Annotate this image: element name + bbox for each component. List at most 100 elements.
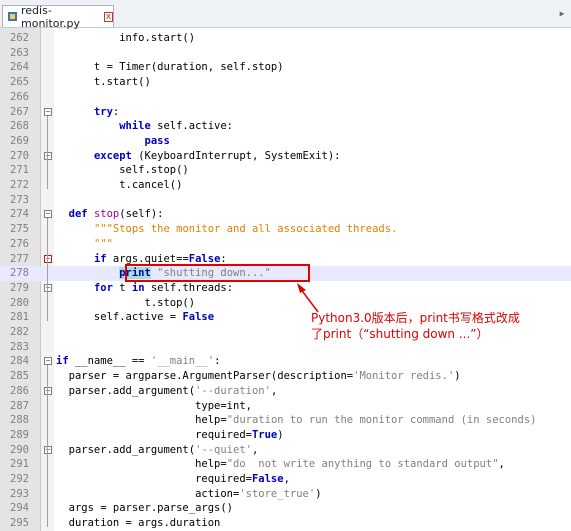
code-token: '--duration': [195, 384, 271, 397]
line-number: 275: [10, 223, 29, 236]
line-number: 294: [10, 502, 29, 515]
fold-toggle-icon[interactable]: −: [44, 283, 52, 292]
annotation-line-1: Python3.0版本后，print书写格式改成: [311, 311, 520, 325]
code-line[interactable]: 267 − try:: [0, 105, 571, 120]
fold-toggle-icon[interactable]: −: [44, 357, 52, 366]
code-token: try: [93, 105, 113, 118]
code-line[interactable]: 273: [0, 193, 571, 208]
code-token: help=: [56, 414, 227, 427]
line-number: 279: [10, 281, 29, 294]
code-line[interactable]: 295 duration = args.duration: [0, 516, 571, 531]
code-line[interactable]: 292 required=False,: [0, 472, 571, 487]
code-token: t: [112, 281, 132, 294]
line-number: 281: [10, 311, 29, 324]
code-token: :: [112, 105, 120, 118]
code-line[interactable]: 266: [0, 90, 571, 105]
code-token: self.active:: [150, 120, 234, 133]
code-line[interactable]: 275 """Stops the monitor and all associa…: [0, 222, 571, 237]
fold-toggle-icon[interactable]: −: [44, 210, 52, 219]
code-token: """: [93, 237, 113, 250]
code-line[interactable]: 264 t = Timer(duration, self.stop): [0, 60, 571, 75]
code-line[interactable]: 268 while self.active:: [0, 119, 571, 134]
code-line[interactable]: 286 − parser.add_argument('--duration',: [0, 384, 571, 399]
fold-guide: [47, 115, 48, 189]
fold-toggle-icon[interactable]: −: [44, 107, 52, 116]
code-line[interactable]: 274 − def stop(self):: [0, 207, 571, 222]
code-token: (self):: [119, 208, 164, 221]
code-token: False: [188, 252, 221, 265]
code-token: self.active =: [56, 311, 183, 324]
tab-label: redis-monitor.py: [21, 3, 81, 30]
tab-redis-monitor[interactable]: redis-monitor.py x: [2, 3, 114, 30]
code-token: help=: [56, 458, 227, 471]
line-number: 277: [10, 252, 29, 265]
code-token: ,: [270, 384, 278, 397]
line-number: 273: [10, 193, 29, 206]
line-number: 282: [10, 326, 29, 338]
fold-toggle-icon[interactable]: −: [44, 445, 52, 454]
code-line[interactable]: 285 parser = argparse.ArgumentParser(des…: [0, 369, 571, 384]
code-token: required=: [56, 473, 252, 485]
code-token: args.quiet==: [106, 252, 189, 265]
line-number: 291: [10, 458, 29, 471]
code-text: if __name__ == '__main__':: [56, 354, 220, 369]
code-token: if: [56, 355, 69, 368]
code-token: True: [251, 428, 278, 441]
code-token: for: [93, 281, 113, 294]
code-token: t.cancel(): [56, 179, 183, 191]
code-line[interactable]: 271 self.stop(): [0, 163, 571, 178]
line-number: 284: [10, 355, 29, 368]
code-text: duration = args.duration: [56, 516, 221, 531]
line-number: 269: [10, 134, 29, 147]
line-number: 272: [10, 179, 29, 191]
code-line[interactable]: 293 action='store_true'): [0, 487, 571, 502]
code-line[interactable]: 263: [0, 46, 571, 61]
code-token: '__main__': [150, 355, 215, 368]
line-number: 276: [10, 237, 29, 250]
line-number: 283: [10, 340, 29, 353]
line-number: 267: [10, 105, 29, 118]
code-line[interactable]: 276 """: [0, 237, 571, 252]
code-line[interactable]: 287 type=int,: [0, 399, 571, 414]
code-token: ): [315, 487, 322, 500]
fold-toggle-icon[interactable]: −: [44, 386, 52, 395]
code-text: t.cancel(): [56, 178, 182, 193]
line-number: 270: [10, 149, 29, 162]
code-text: while self.active:: [56, 119, 233, 134]
fold-toggle-icon[interactable]: −: [44, 254, 52, 263]
code-line[interactable]: 279 − for t in self.threads:: [0, 281, 571, 296]
tab-scroll-icon[interactable]: ▶: [555, 6, 569, 22]
line-number: 286: [10, 384, 29, 397]
code-text: self.stop(): [56, 163, 189, 178]
code-line[interactable]: 269 pass: [0, 134, 571, 149]
code-line[interactable]: 289 required=True): [0, 428, 571, 443]
code-line[interactable]: 272 t.cancel(): [0, 178, 571, 193]
code-line[interactable]: 290 − parser.add_argument('--quiet',: [0, 443, 571, 458]
code-token: parser = argparse.ArgumentParser(descrip…: [56, 370, 354, 383]
code-line[interactable]: 265 t.start(): [0, 75, 571, 90]
code-line[interactable]: 291 help="do not write anything to stand…: [0, 457, 571, 472]
code-token: 'Monitor redis.': [353, 370, 455, 383]
code-text: type=int,: [56, 399, 252, 414]
code-token: '--quiet': [195, 443, 252, 456]
code-token: in: [131, 281, 145, 294]
code-token: t.start(): [56, 76, 151, 89]
line-number: 285: [10, 370, 29, 383]
close-icon[interactable]: x: [103, 11, 113, 22]
code-line[interactable]: 284 − if __name__ == '__main__':: [0, 354, 571, 369]
code-line[interactable]: 280 t.stop(): [0, 296, 571, 311]
code-token: self.threads:: [144, 281, 234, 294]
highlight-box: [125, 264, 310, 282]
code-text: help="duration to run the monitor comman…: [56, 413, 536, 428]
code-line[interactable]: 288 help="duration to run the monitor co…: [0, 413, 571, 428]
code-line[interactable]: 270 − except (KeyboardInterrupt, SystemEx…: [0, 149, 571, 164]
fold-toggle-icon[interactable]: −: [44, 151, 52, 160]
code-token: t.stop(): [56, 296, 196, 309]
code-line[interactable]: 262 info.start(): [0, 31, 571, 46]
code-line[interactable]: 294 args = parser.parse_args(): [0, 501, 571, 516]
annotation-note: Python3.0版本后，print书写格式改成 了print（“shuttin…: [311, 310, 561, 342]
